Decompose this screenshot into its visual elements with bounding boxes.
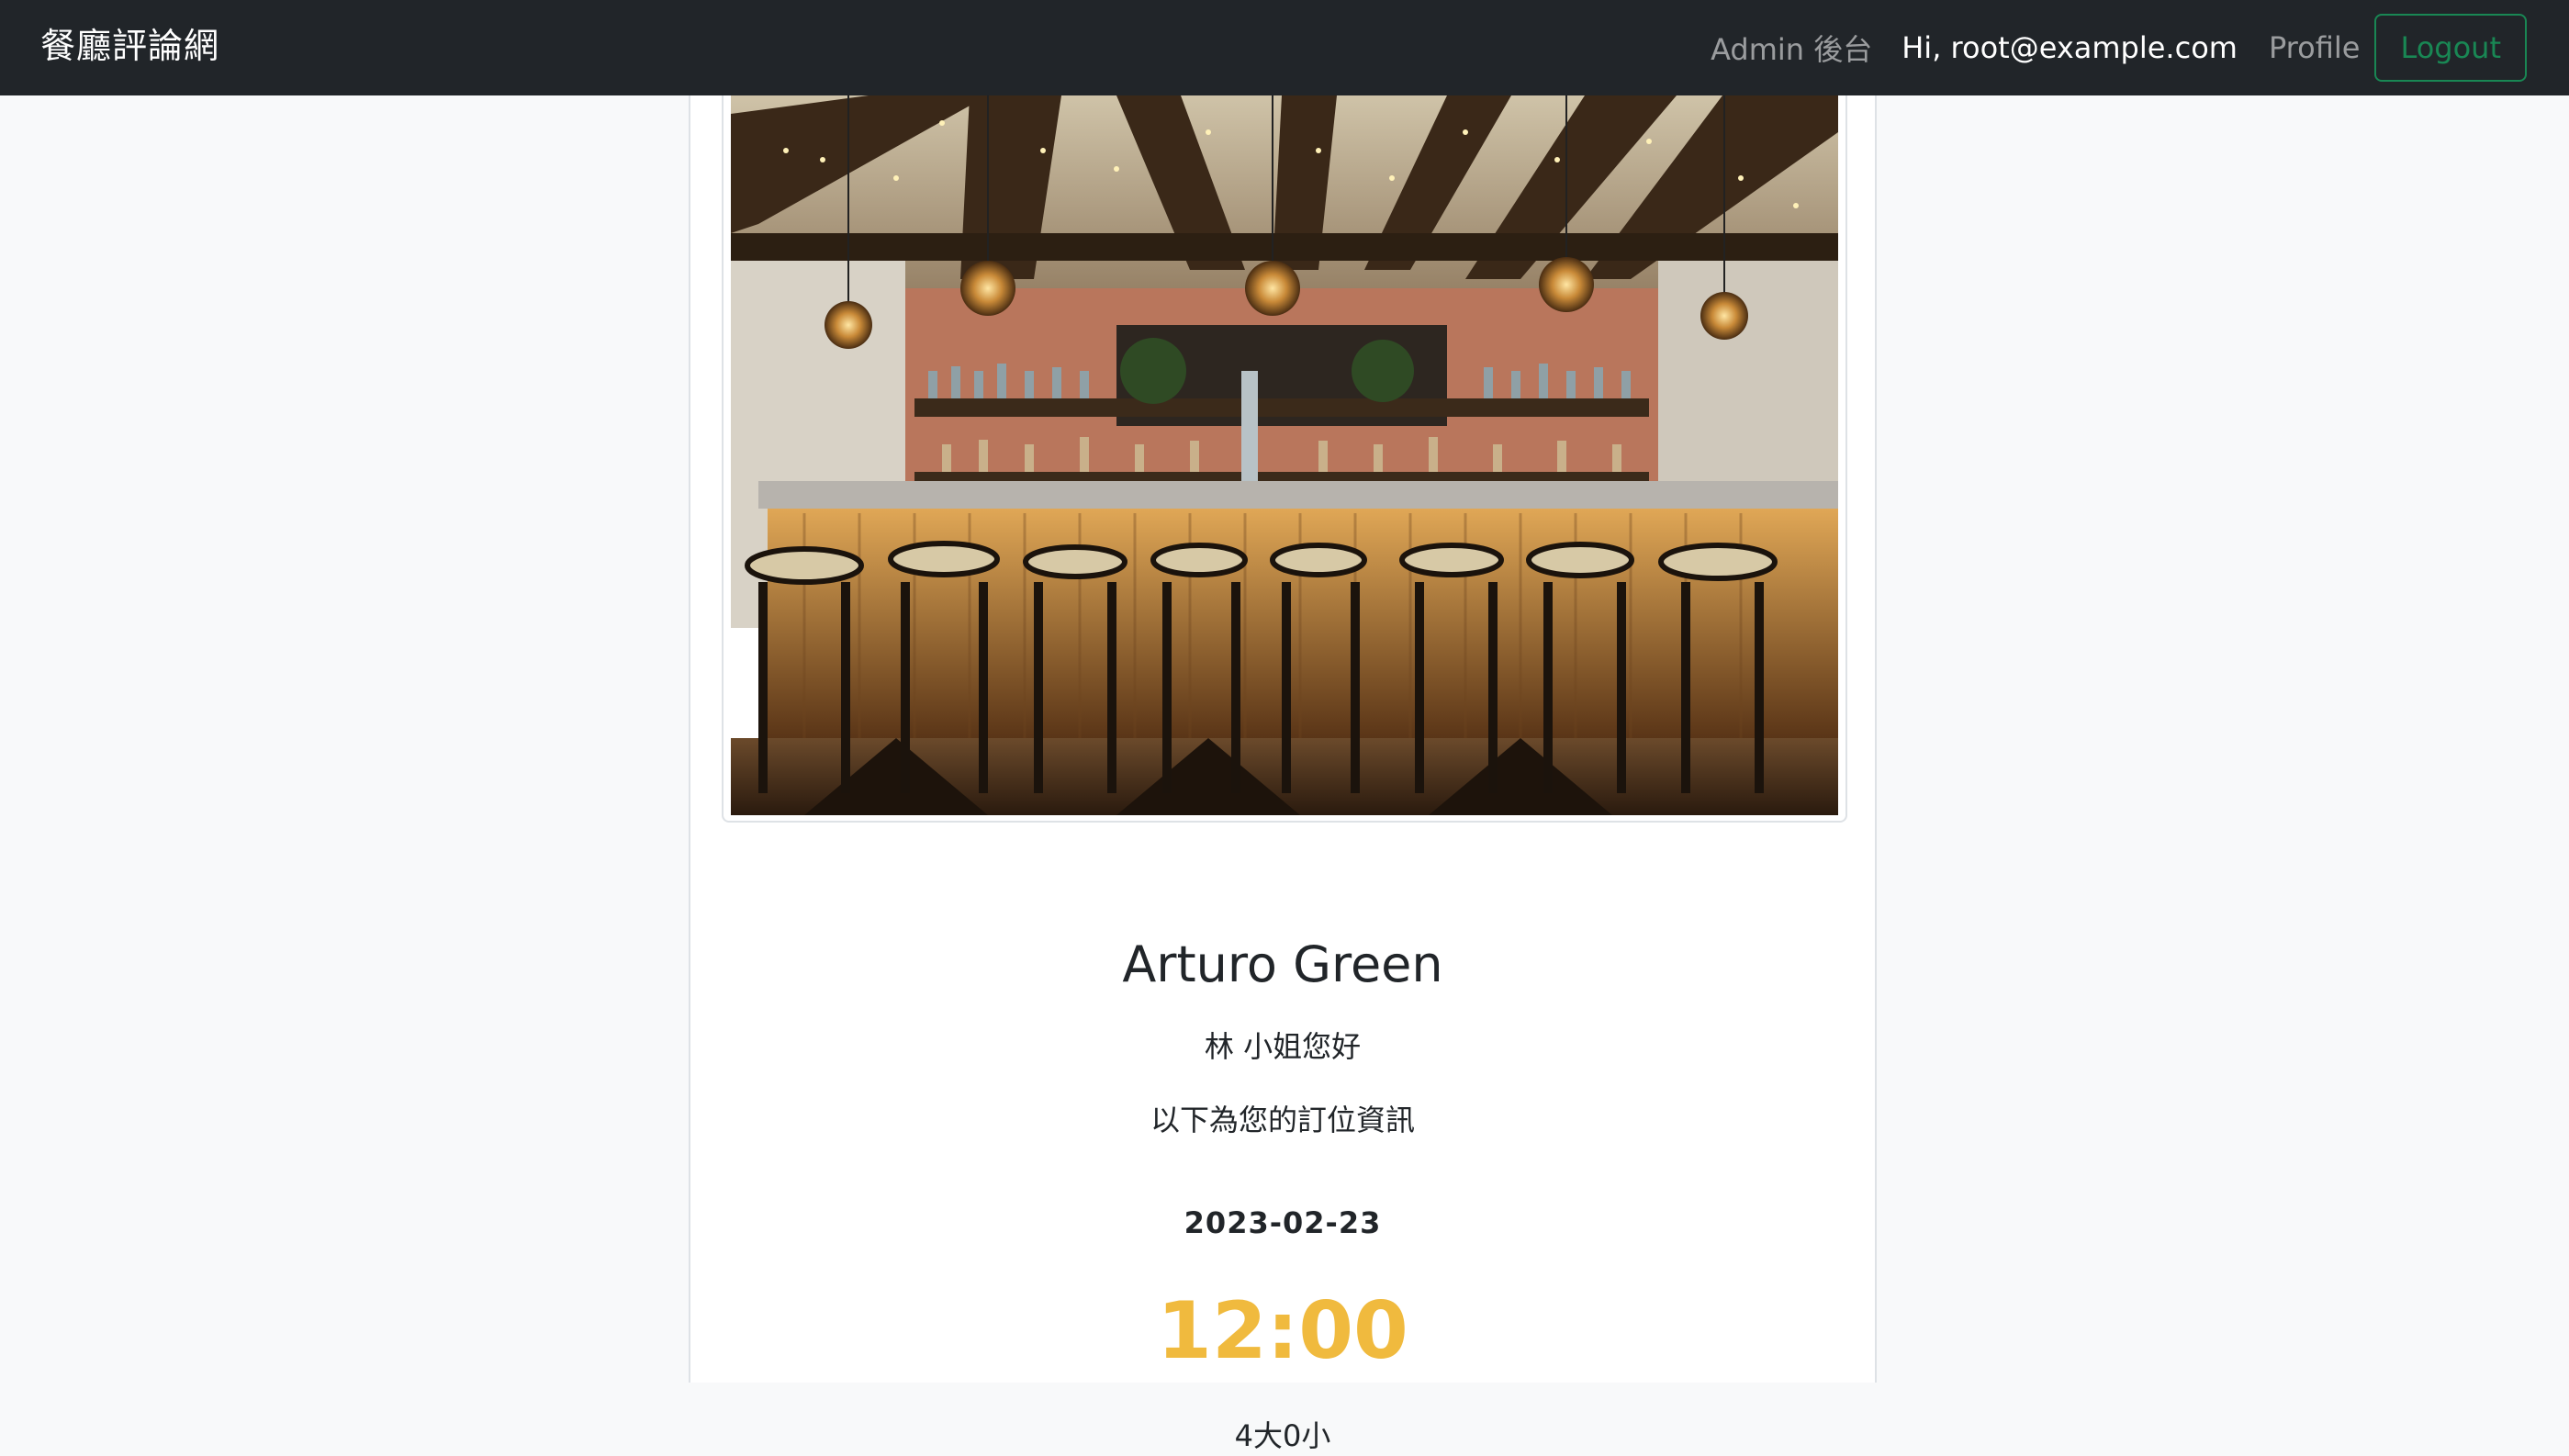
brand-logo[interactable]: 餐廳評論網 [40, 0, 219, 95]
user-greeting: Hi, root@example.com [1902, 30, 2238, 65]
reservation-info-heading: 以下為您的訂位資訊 [1150, 1103, 1415, 1137]
reservation-date: 2023-02-23 [1184, 1205, 1382, 1240]
reservation-time: 12:00 [1157, 1285, 1408, 1377]
admin-link[interactable]: Admin 後台 [1711, 27, 1872, 69]
party-size: 4大0小 [1234, 1418, 1331, 1453]
profile-link[interactable]: Profile [2269, 30, 2361, 65]
customer-greeting: 林 小姐您好 [1204, 1029, 1362, 1064]
restaurant-name: Arturo Green [1122, 935, 1443, 993]
restaurant-photo [731, 95, 1838, 815]
nav-right-group: Admin 後台 Hi, root@example.com Profile Lo… [1711, 0, 2527, 95]
logout-button[interactable]: Logout [2374, 14, 2527, 82]
reservation-card: Arturo Green 林 小姐您好 以下為您的訂位資訊 2023-02-23… [689, 95, 1877, 1453]
restaurant-photo-frame [722, 95, 1847, 823]
top-navbar: 餐廳評論網 Admin 後台 Hi, root@example.com Prof… [0, 0, 2569, 95]
